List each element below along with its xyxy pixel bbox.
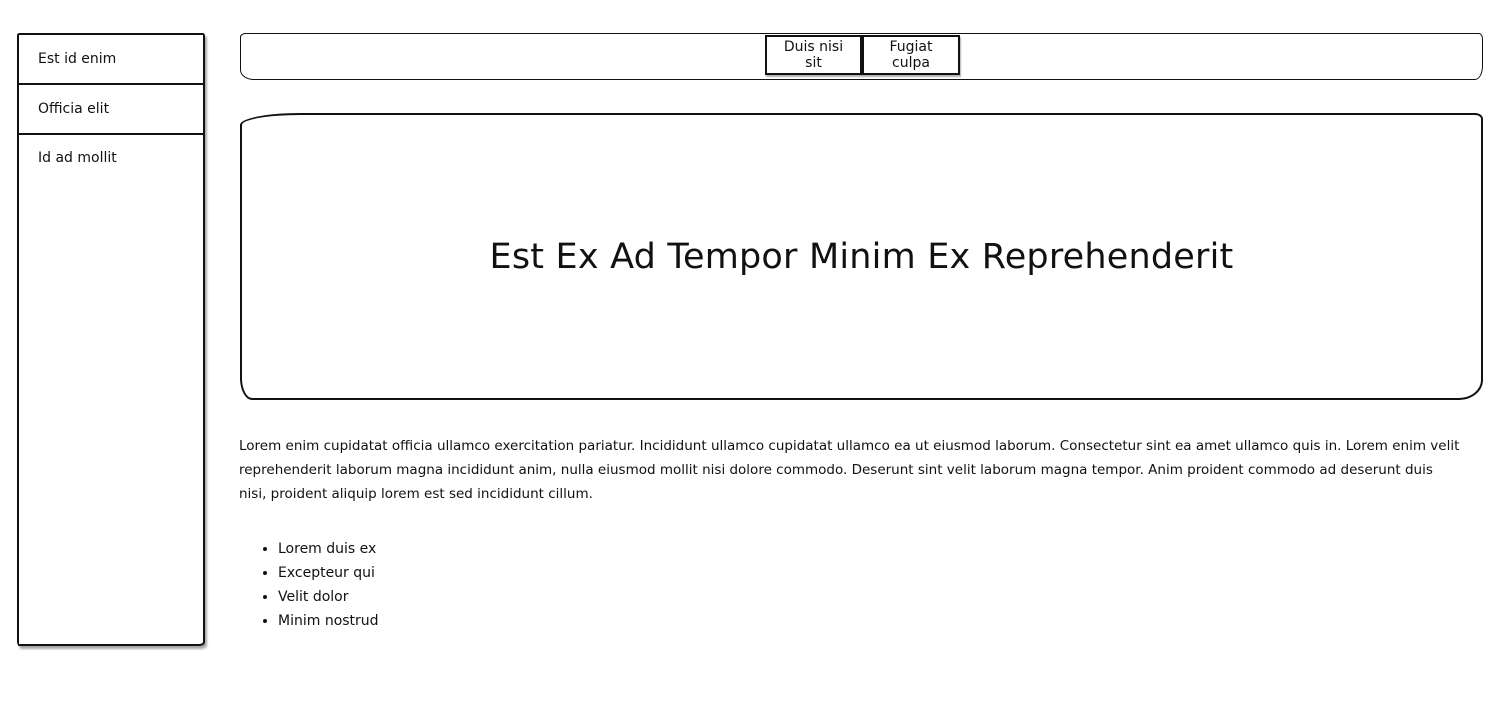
- sidebar-item-id-ad-mollit[interactable]: Id ad mollit: [19, 135, 203, 185]
- list-item: Velit dolor: [278, 585, 379, 609]
- navbar-button-group: Duis nisi sit Fugiat culpa: [765, 35, 960, 75]
- top-navbar: Duis nisi sit Fugiat culpa: [240, 33, 1483, 80]
- hero-banner: Est Ex Ad Tempor Minim Ex Reprehenderit: [240, 113, 1483, 400]
- sidebar-item-label: Id ad mollit: [38, 150, 117, 166]
- hero-title: Est Ex Ad Tempor Minim Ex Reprehenderit: [489, 236, 1234, 277]
- sidebar-item-label: Est id enim: [38, 51, 117, 67]
- sidebar-item-label: Officia elit: [38, 101, 110, 117]
- list-item: Excepteur qui: [278, 561, 379, 585]
- sidebar-item-officia-elit[interactable]: Officia elit: [19, 85, 203, 135]
- duis-nisi-sit-button[interactable]: Duis nisi sit: [765, 35, 862, 75]
- fugiat-culpa-button[interactable]: Fugiat culpa: [862, 35, 960, 75]
- list-item: Lorem duis ex: [278, 537, 379, 561]
- list-item: Minim nostrud: [278, 609, 379, 633]
- body-paragraph: Lorem enim cupidatat officia ullamco exe…: [239, 438, 1460, 502]
- sidebar-item-est-id-enim[interactable]: Est id enim: [19, 35, 203, 85]
- sidebar: Est id enim Officia elit Id ad mollit: [17, 33, 205, 646]
- bullet-list: Lorem duis ex Excepteur qui Velit dolor …: [239, 537, 379, 633]
